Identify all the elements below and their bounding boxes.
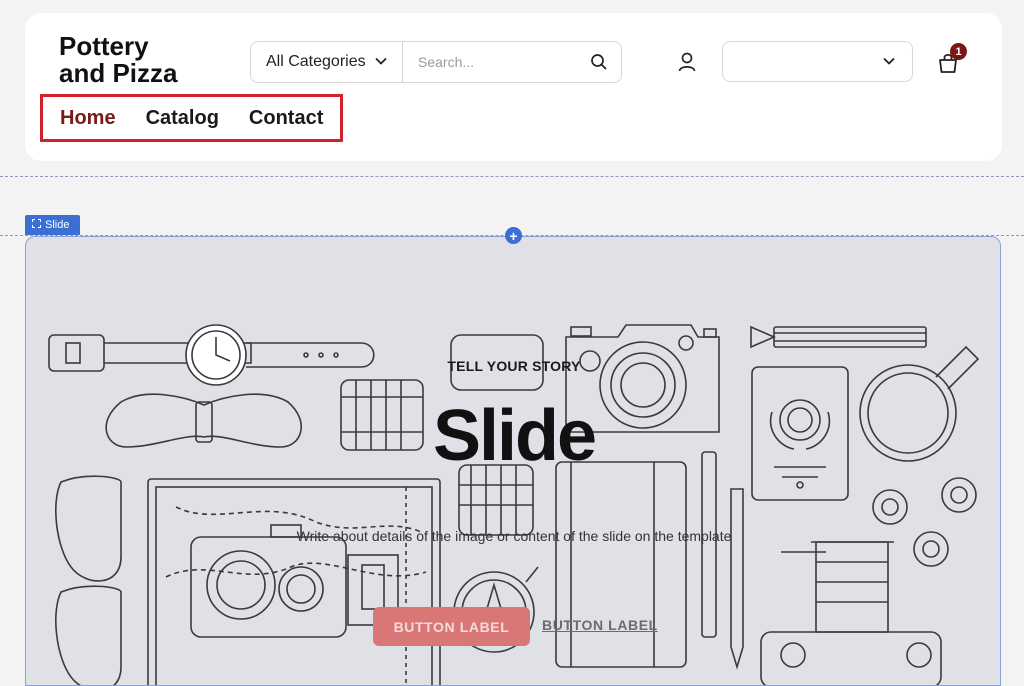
nav-item-home[interactable]: Home xyxy=(60,107,116,130)
slide-description: Write about details of the image or cont… xyxy=(296,528,732,544)
chevron-down-icon xyxy=(374,54,388,73)
hero-slide: TELL YOUR STORY Slide Write about detail… xyxy=(25,236,1001,686)
slide-headline: Slide xyxy=(432,396,597,476)
nav-item-catalog[interactable]: Catalog xyxy=(146,107,219,130)
logo-line-1: Pottery xyxy=(59,31,149,61)
slide-eyebrow: TELL YOUR STORY xyxy=(447,358,581,374)
category-select-value: All Categories xyxy=(266,53,366,70)
main-nav: Home Catalog Contact xyxy=(40,94,343,142)
add-section-button[interactable]: + xyxy=(505,227,522,244)
search-bar: All Categories xyxy=(250,41,622,83)
slide-secondary-button[interactable]: BUTTON LABEL xyxy=(542,617,658,633)
section-divider xyxy=(0,176,1024,177)
slide-editor-tag[interactable]: Slide xyxy=(25,215,80,235)
slide-editor-tag-label: Slide xyxy=(45,219,70,231)
currency-select[interactable] xyxy=(722,41,913,82)
site-logo[interactable]: Pottery and Pizza xyxy=(59,33,177,87)
site-header: Pottery and Pizza All Categories 1 Home … xyxy=(25,13,1002,161)
chevron-down-icon xyxy=(882,54,896,73)
cart-count-badge: 1 xyxy=(950,43,967,60)
slide-primary-button[interactable]: BUTTON LABEL xyxy=(373,607,530,646)
select-frame-icon xyxy=(32,219,41,231)
search-icon[interactable] xyxy=(589,52,609,72)
logo-line-2: and Pizza xyxy=(59,58,178,88)
user-icon[interactable] xyxy=(676,51,698,73)
category-select[interactable]: All Categories xyxy=(251,42,403,82)
nav-item-contact[interactable]: Contact xyxy=(249,107,323,130)
search-input[interactable] xyxy=(404,42,584,82)
